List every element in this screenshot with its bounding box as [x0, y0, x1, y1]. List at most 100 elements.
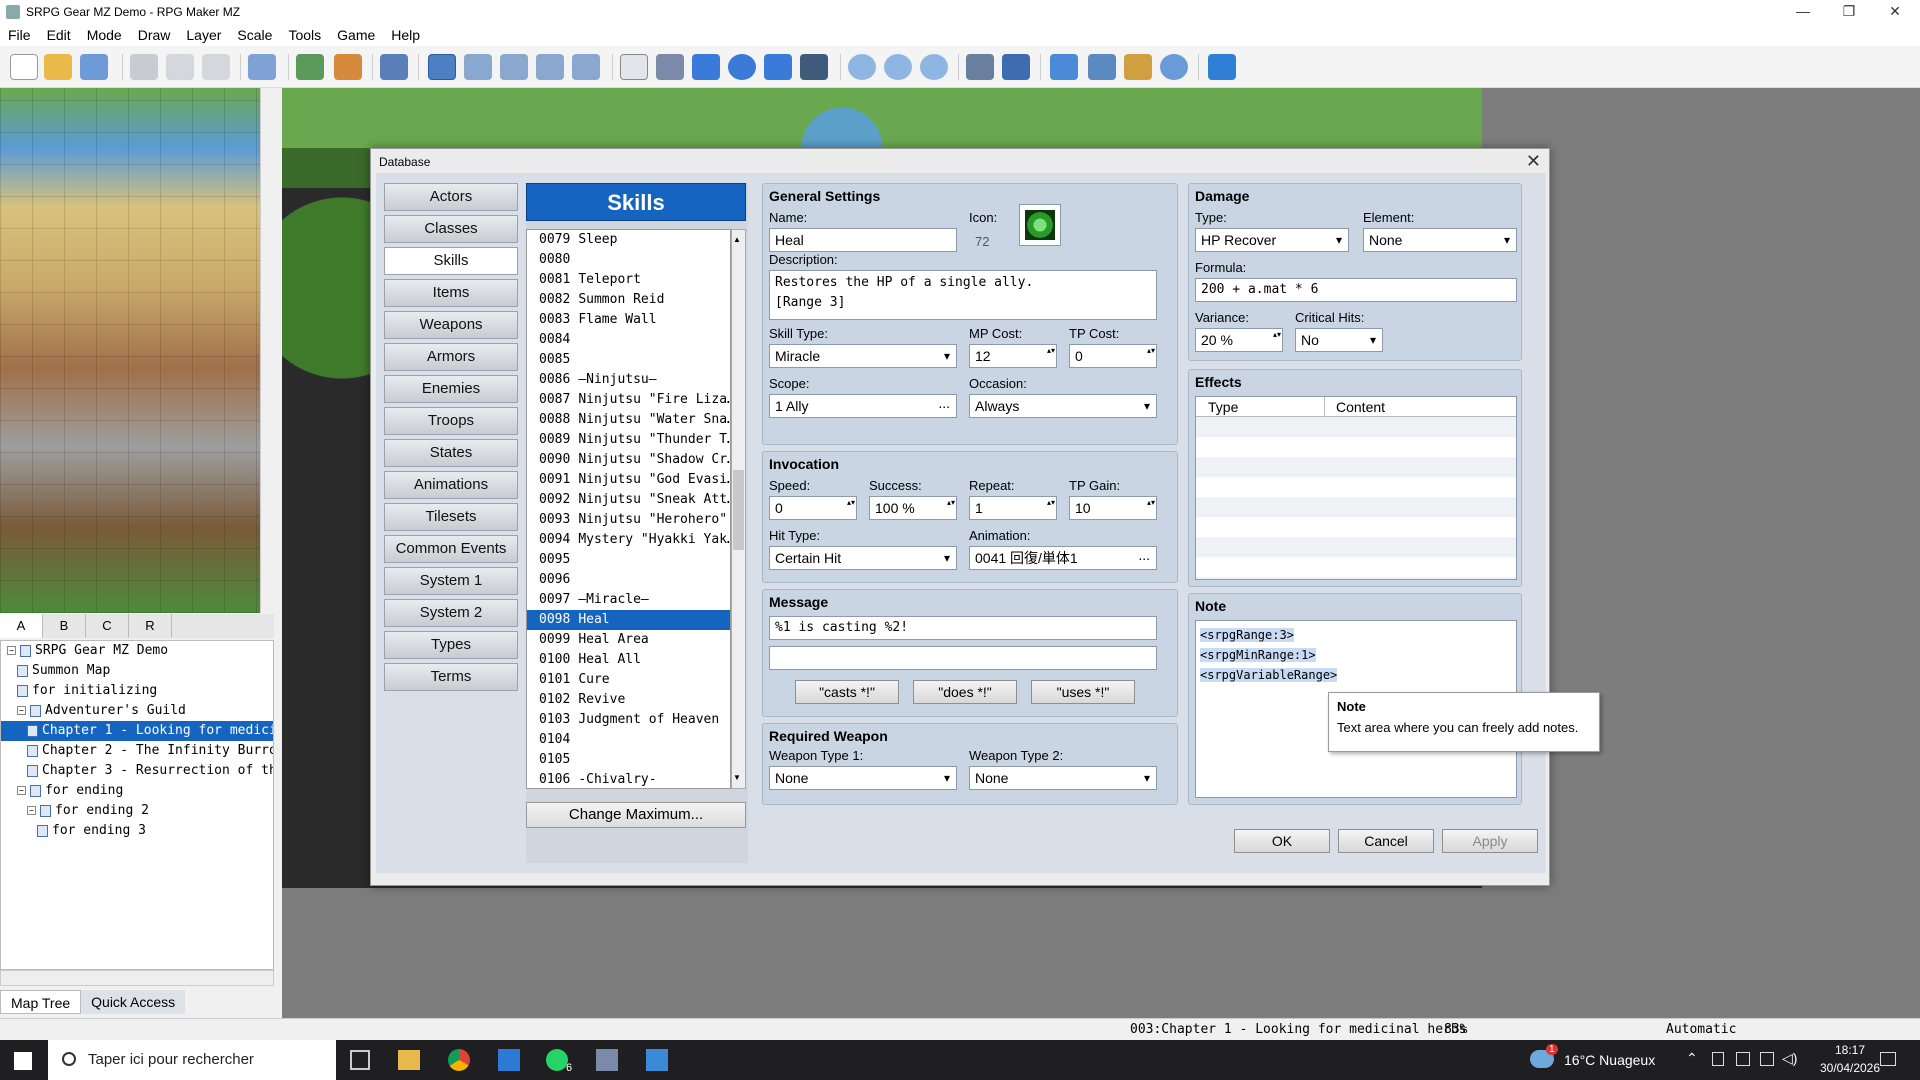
map-tree-item[interactable]: − Adventurer's Guild — [1, 701, 273, 721]
tile-palette[interactable] — [0, 88, 260, 613]
collapse-icon[interactable]: − — [27, 806, 36, 815]
skill-list-item[interactable]: 0098 Heal — [527, 610, 730, 630]
category-enemies[interactable]: Enemies — [384, 375, 518, 403]
tile-tab-r[interactable]: R — [129, 614, 172, 638]
tile-tab-c[interactable]: C — [86, 614, 129, 638]
skill-list-item[interactable]: 0081 Teleport — [527, 270, 730, 290]
category-system-1[interactable]: System 1 — [384, 567, 518, 595]
notification-icon[interactable] — [1880, 1052, 1896, 1066]
skill-list-item[interactable]: 0106 -Chivalry- — [527, 770, 730, 788]
category-tilesets[interactable]: Tilesets — [384, 503, 518, 531]
skill-list[interactable]: 0079 Sleep 0080 0081 Teleport 0082 Summon Reid… — [526, 229, 731, 789]
skill-list-item[interactable]: 0083 Flame Wall — [527, 310, 730, 330]
character-generator-icon[interactable] — [1160, 54, 1188, 80]
menu-tools[interactable]: Tools — [280, 27, 329, 43]
database-icon[interactable] — [966, 54, 994, 80]
skill-list-item[interactable]: 0100 Heal All — [527, 650, 730, 670]
tp-gain-field[interactable]: 10 — [1069, 496, 1157, 520]
tray-chevron-icon[interactable]: ⌃ — [1686, 1050, 1698, 1067]
skill-list-item[interactable]: 0087 Ninjutsu "Fire Liza… — [527, 390, 730, 410]
sound-test-icon[interactable] — [1050, 54, 1078, 80]
ok-button[interactable]: OK — [1234, 829, 1330, 853]
skill-list-scrollbar[interactable]: ▲ ▼ — [731, 229, 746, 789]
map-tree-item[interactable]: − for ending 2 — [1, 801, 273, 821]
hit-type-dropdown[interactable]: Certain Hit — [769, 546, 957, 570]
apply-button[interactable]: Apply — [1442, 829, 1538, 853]
critical-hits-dropdown[interactable]: No — [1295, 328, 1383, 352]
category-skills[interactable]: Skills — [384, 247, 518, 275]
skill-icon-picker[interactable] — [1019, 204, 1061, 246]
skill-list-item[interactable]: 0092 Ninjutsu "Sneak Att… — [527, 490, 730, 510]
close-window-button[interactable]: ✕ — [1872, 0, 1918, 24]
variance-field[interactable]: 20 % — [1195, 328, 1283, 352]
formula-field[interactable]: 200 + a.mat * 6 — [1195, 278, 1517, 302]
tile-palette-scrollbar[interactable] — [260, 88, 274, 613]
snipping-tool-icon[interactable] — [646, 1049, 668, 1071]
category-weapons[interactable]: Weapons — [384, 311, 518, 339]
map-tree-item[interactable]: Chapter 2 - The Infinity Burrow — [1, 741, 273, 761]
category-actors[interactable]: Actors — [384, 183, 518, 211]
map-tree-item[interactable]: for initializing — [1, 681, 273, 701]
change-maximum-button[interactable]: Change Maximum... — [526, 802, 746, 828]
copy-icon[interactable] — [166, 54, 194, 80]
uses-button[interactable]: "uses *!" — [1031, 680, 1135, 704]
vscode-icon[interactable] — [498, 1049, 520, 1071]
category-classes[interactable]: Classes — [384, 215, 518, 243]
map-tree-scrollbar[interactable] — [0, 970, 274, 986]
skill-list-item[interactable]: 0093 Ninjutsu "Herohero" — [527, 510, 730, 530]
whatsapp-icon[interactable] — [546, 1049, 568, 1071]
ellipse-icon[interactable] — [728, 54, 756, 80]
menu-mode[interactable]: Mode — [79, 27, 130, 43]
skill-list-item[interactable]: 0080 — [527, 250, 730, 270]
playtest-icon[interactable] — [1208, 54, 1236, 80]
collapse-icon[interactable]: − — [17, 706, 26, 715]
layer-4-icon[interactable] — [572, 54, 600, 80]
tile-tab-a[interactable]: A — [0, 614, 43, 638]
weapon-type-1-dropdown[interactable]: None — [769, 766, 957, 790]
map-tree-item[interactable]: Chapter 1 - Looking for medicinal herbs — [1, 721, 273, 741]
skill-type-dropdown[interactable]: Miracle — [769, 344, 957, 368]
zoom-in-icon[interactable] — [848, 54, 876, 80]
menu-layer[interactable]: Layer — [178, 27, 229, 43]
element-dropdown[interactable]: None — [1363, 228, 1517, 252]
skill-list-item[interactable]: 0084 — [527, 330, 730, 350]
collapse-icon[interactable]: − — [7, 646, 16, 655]
skill-list-item[interactable]: 0097 —Miracle— — [527, 590, 730, 610]
resource-manager-icon[interactable] — [1124, 54, 1152, 80]
layer-auto-icon[interactable] — [428, 54, 456, 80]
tray-meet-icon[interactable] — [1712, 1052, 1724, 1066]
tab-map-tree[interactable]: Map Tree — [0, 990, 82, 1014]
map-tree-item[interactable]: for ending 3 — [1, 821, 273, 841]
casts-button[interactable]: "casts *!" — [795, 680, 899, 704]
tile-tab-b[interactable]: B — [43, 614, 86, 638]
plugin-manager-icon[interactable] — [1002, 54, 1030, 80]
restore-button[interactable]: ❐ — [1826, 0, 1872, 24]
skill-list-item[interactable]: 0082 Summon Reid — [527, 290, 730, 310]
category-common-events[interactable]: Common Events — [384, 535, 518, 563]
skill-list-item[interactable]: 0103 Judgment of Heaven — [527, 710, 730, 730]
skill-list-item[interactable]: 0102 Revive — [527, 690, 730, 710]
menu-edit[interactable]: Edit — [39, 27, 79, 43]
tray-network-icon[interactable] — [1736, 1052, 1750, 1066]
damage-type-dropdown[interactable]: HP Recover — [1195, 228, 1349, 252]
effects-table[interactable]: Type Content — [1195, 396, 1517, 580]
skill-list-item[interactable]: 0094 Mystery "Hyakki Yak… — [527, 530, 730, 550]
shadow-pen-icon[interactable] — [800, 54, 828, 80]
layer-3-icon[interactable] — [536, 54, 564, 80]
category-types[interactable]: Types — [384, 631, 518, 659]
menu-game[interactable]: Game — [329, 27, 383, 43]
scope-field[interactable]: 1 Ally — [769, 394, 957, 418]
collapse-icon[interactable]: − — [17, 786, 26, 795]
pencil-icon[interactable] — [620, 54, 648, 80]
skill-list-item[interactable]: 0104 — [527, 730, 730, 750]
category-system-2[interactable]: System 2 — [384, 599, 518, 627]
open-project-icon[interactable] — [44, 54, 72, 80]
message-line-1[interactable]: %1 is casting %2! — [769, 616, 1157, 640]
tab-quick-access[interactable]: Quick Access — [81, 990, 186, 1014]
name-field[interactable]: Heal — [769, 228, 957, 252]
skill-list-item[interactable]: 0090 Ninjutsu "Shadow Cr… — [527, 450, 730, 470]
eraser-icon[interactable] — [656, 54, 684, 80]
category-troops[interactable]: Troops — [384, 407, 518, 435]
rectangle-icon[interactable] — [692, 54, 720, 80]
category-animations[interactable]: Animations — [384, 471, 518, 499]
